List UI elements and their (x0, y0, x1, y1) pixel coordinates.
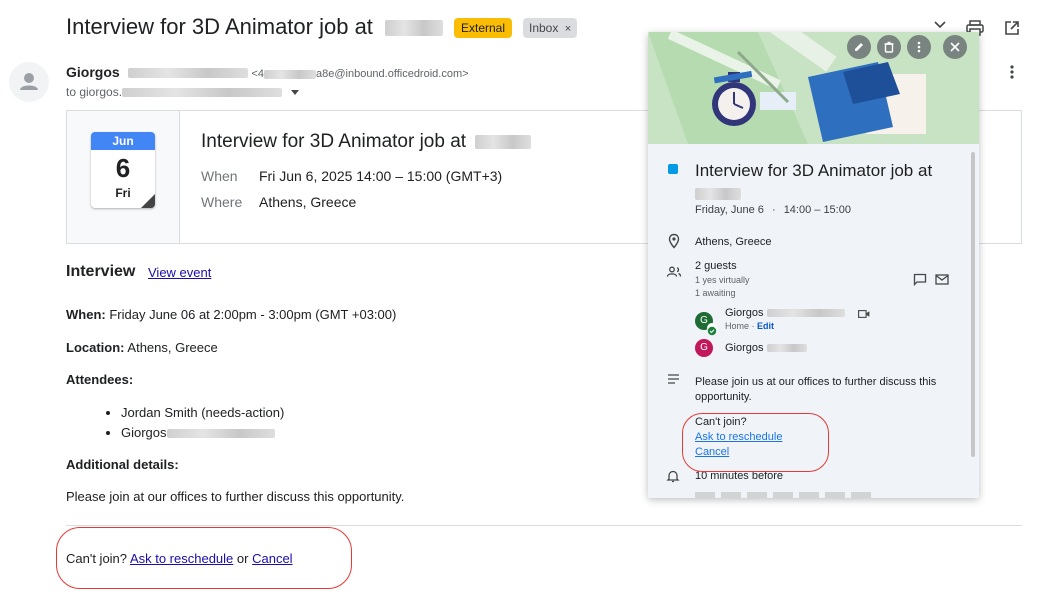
guest-meta-dot: · (751, 321, 755, 331)
open-in-new-icon[interactable] (1002, 18, 1022, 38)
body-location-label: Location: (66, 340, 125, 355)
guest-edit-link[interactable]: Edit (757, 321, 774, 331)
calendar-month: Jun (91, 132, 155, 150)
external-badge: External (454, 18, 513, 38)
redacted-company (695, 187, 741, 200)
inbox-label-text: Inbox (529, 21, 559, 35)
popup-dot: · (771, 204, 776, 216)
attendee-item: Giorgos (121, 425, 284, 440)
when-value: Fri Jun 6, 2025 14:00 – 15:00 (GMT+3) (259, 168, 503, 184)
body-when-value: Friday June 06 at 2:00pm - 3:00pm (GMT +… (109, 307, 397, 322)
calendar-date-icon: Jun 6 Fri (91, 132, 155, 208)
redacted-recipient (122, 88, 283, 98)
sender-line: Giorgos <4 a8e@inbound.officedroid.com> (66, 64, 469, 80)
more-vert-icon[interactable] (1002, 62, 1022, 82)
when-label: When (201, 168, 238, 184)
sender-avatar[interactable] (9, 62, 49, 102)
calendar-day: 6 (115, 153, 131, 183)
body-location-value: Athens, Greece (127, 340, 218, 355)
person-icon (20, 73, 38, 90)
guest-row: Giorgos (725, 307, 845, 319)
popup-highlight-ring (682, 413, 829, 472)
guest-avatar[interactable]: G (695, 339, 713, 357)
body-when: When: Friday June 06 at 2:00pm - 3:00pm … (66, 307, 396, 322)
video-icon (857, 308, 871, 320)
highlight-ring (56, 527, 352, 589)
body-attendees-label: Attendees: (66, 372, 133, 387)
attendee-list: Jordan Smith (needs-action) Giorgos (104, 405, 284, 440)
close-icon[interactable] (943, 35, 967, 59)
delete-icon[interactable] (877, 35, 901, 59)
sender-email-prefix: <4 (251, 68, 264, 80)
popup-title-text: Interview for 3D Animator job at (695, 161, 933, 180)
page-fold-icon (141, 194, 155, 208)
redacted-surname (166, 429, 275, 439)
redacted-surname (766, 309, 845, 318)
attendee-item: Jordan Smith (needs-action) (121, 405, 284, 420)
description-icon (666, 372, 682, 388)
details-label-text: Additional details: (66, 457, 179, 472)
event-color-dot (668, 164, 678, 174)
popup-date: Friday, June 6 (695, 204, 764, 216)
email-subject: Interview for 3D Animator job at (66, 14, 444, 40)
popup-location: Athens, Greece (695, 236, 772, 248)
guest-location: Home (725, 321, 750, 331)
divider (66, 525, 1022, 526)
sender-email-suffix: a8e@inbound.officedroid.com> (316, 68, 469, 80)
remove-label-icon[interactable]: × (565, 23, 571, 35)
attendee-name: Giorgos (121, 425, 167, 440)
subject-text: Interview for 3D Animator job at (66, 14, 373, 39)
where-value: Athens, Greece (259, 194, 357, 210)
people-icon (666, 264, 682, 280)
redacted-surname (127, 68, 248, 79)
redacted-email (264, 69, 316, 79)
attendees-label-text: Attendees: (66, 372, 134, 387)
invite-title-text: Interview for 3D Animator job at (201, 131, 467, 152)
redacted-company (385, 20, 444, 37)
bell-icon (666, 469, 682, 485)
popup-scrollbar[interactable] (971, 152, 975, 457)
recipient-line: to giorgos. (66, 85, 300, 99)
redacted-surname (766, 344, 807, 353)
body-heading: Interview (66, 263, 136, 280)
chat-icon[interactable] (912, 271, 928, 287)
recipient-text: to giorgos. (66, 85, 123, 99)
redacted-company (475, 134, 532, 149)
view-event-link[interactable]: View event (148, 265, 211, 280)
body-when-label: When: (66, 307, 106, 322)
email-icon[interactable] (934, 271, 950, 287)
body-location: Location: Athens, Greece (66, 340, 218, 355)
invite-title: Interview for 3D Animator job at (201, 131, 532, 153)
guest-name: Giorgos (725, 342, 764, 354)
guests-awaiting: 1 awaiting (695, 288, 736, 298)
guests-yes: 1 yes virtually (695, 275, 750, 285)
sender-name[interactable]: Giorgos (66, 64, 120, 80)
guest-name: Giorgos (725, 307, 764, 319)
where-label: Where (201, 194, 243, 210)
guest-row: Giorgos (725, 342, 807, 354)
popup-datetime: Friday, June 6 · 14:00 – 15:00 (695, 204, 851, 216)
more-options-icon[interactable] (907, 35, 931, 59)
calendar-date-column: Jun 6 Fri (67, 111, 180, 243)
body-details-label: Additional details: (66, 457, 179, 472)
guest-meta: Home · Edit (725, 321, 774, 331)
chevron-down-icon[interactable] (291, 90, 300, 96)
popup-event-title: Interview for 3D Animator job at (695, 160, 965, 204)
popup-time: 14:00 – 15:00 (783, 204, 851, 216)
inbox-label-chip[interactable]: Inbox × (523, 18, 578, 38)
edit-icon[interactable] (847, 35, 871, 59)
guest-accepted-icon (707, 323, 717, 336)
location-icon (666, 233, 682, 249)
guests-count: 2 guests (695, 260, 737, 272)
popup-description: Please join us at our offices to further… (695, 376, 937, 403)
body-details-value: Please join at our offices to further di… (66, 489, 405, 504)
popup-overflow-text (695, 492, 875, 498)
